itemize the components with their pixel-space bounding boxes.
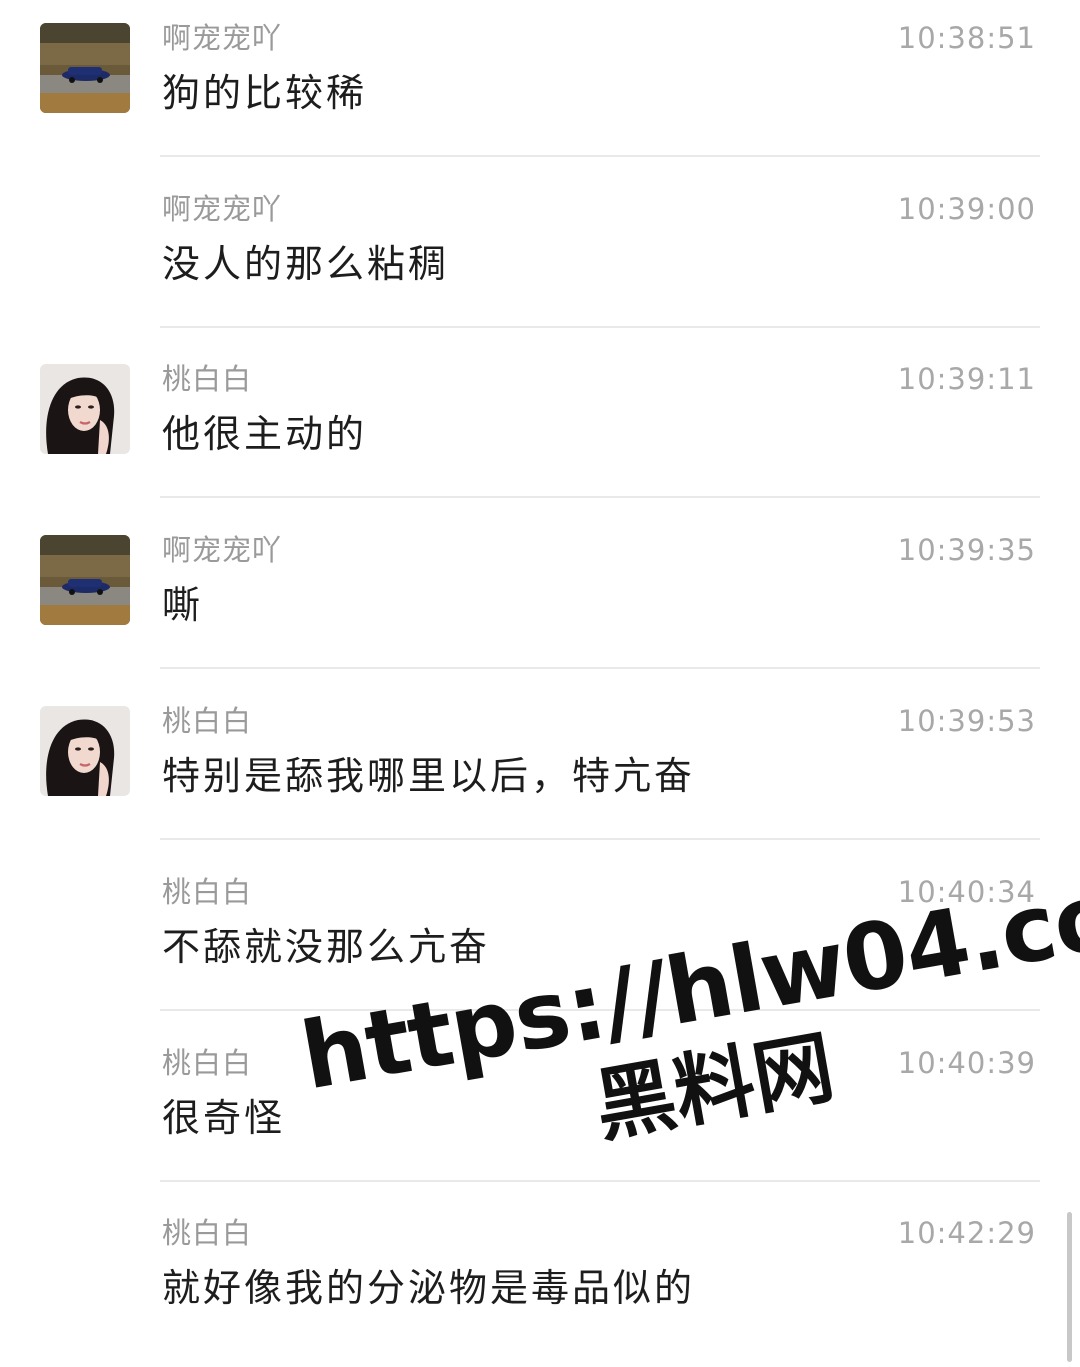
divider [160, 838, 1040, 840]
sender-name: 桃白白 [162, 362, 253, 396]
message-text: 不舔就没那么亢奋 [162, 925, 491, 969]
divider [160, 1180, 1040, 1182]
sender-name: 桃白白 [162, 875, 253, 909]
divider [160, 496, 1040, 498]
message-text: 就好像我的分泌物是毒品似的 [162, 1266, 696, 1310]
message-time: 10:42:29 [897, 1216, 1036, 1250]
message-time: 10:39:11 [897, 362, 1036, 396]
message-text: 特别是舔我哪里以后，特亢奋 [162, 754, 696, 798]
message-text: 嘶 [162, 583, 204, 627]
car-avatar[interactable] [40, 23, 130, 113]
message-item[interactable]: 桃白白 10:42:29 就好像我的分泌物是毒品似的 [0, 1195, 1080, 1366]
message-item[interactable]: 啊宠宠吖 10:38:51 狗的比较稀 [0, 0, 1080, 171]
message-time: 10:38:51 [897, 21, 1036, 55]
message-item[interactable]: 桃白白 10:39:53 特别是舔我哪里以后，特亢奋 [0, 683, 1080, 854]
message-item[interactable]: 桃白白 10:39:11 他很主动的 [0, 341, 1080, 512]
message-time: 10:39:53 [897, 704, 1036, 738]
message-time: 10:39:00 [897, 192, 1036, 226]
message-item[interactable]: 桃白白 10:40:39 很奇怪 [0, 1025, 1080, 1196]
scrollbar[interactable] [1067, 1212, 1072, 1362]
car-avatar[interactable] [40, 535, 130, 625]
sender-name: 桃白白 [162, 704, 253, 738]
sender-name: 桃白白 [162, 1216, 253, 1250]
sender-name: 啊宠宠吖 [162, 21, 283, 55]
message-text: 狗的比较稀 [162, 71, 368, 115]
message-item[interactable]: 啊宠宠吖 10:39:00 没人的那么粘稠 [0, 171, 1080, 342]
message-time: 10:39:35 [897, 533, 1036, 567]
message-item[interactable]: 啊宠宠吖 10:39:35 嘶 [0, 512, 1080, 683]
sender-name: 啊宠宠吖 [162, 192, 283, 226]
girl-avatar[interactable] [40, 364, 130, 454]
message-time: 10:40:34 [897, 875, 1036, 909]
message-text: 很奇怪 [162, 1096, 286, 1140]
sender-name: 桃白白 [162, 1046, 253, 1080]
message-time: 10:40:39 [897, 1046, 1036, 1080]
message-text: 没人的那么粘稠 [162, 242, 450, 286]
divider [160, 155, 1040, 157]
message-item[interactable]: 桃白白 10:40:34 不舔就没那么亢奋 [0, 854, 1080, 1025]
girl-avatar[interactable] [40, 706, 130, 796]
divider [160, 667, 1040, 669]
divider [160, 326, 1040, 328]
divider [160, 1009, 1040, 1011]
sender-name: 啊宠宠吖 [162, 533, 283, 567]
chat-history-list: 啊宠宠吖 10:38:51 狗的比较稀 啊宠宠吖 10:39:00 没人的那么粘… [0, 0, 1080, 1367]
message-text: 他很主动的 [162, 412, 368, 456]
